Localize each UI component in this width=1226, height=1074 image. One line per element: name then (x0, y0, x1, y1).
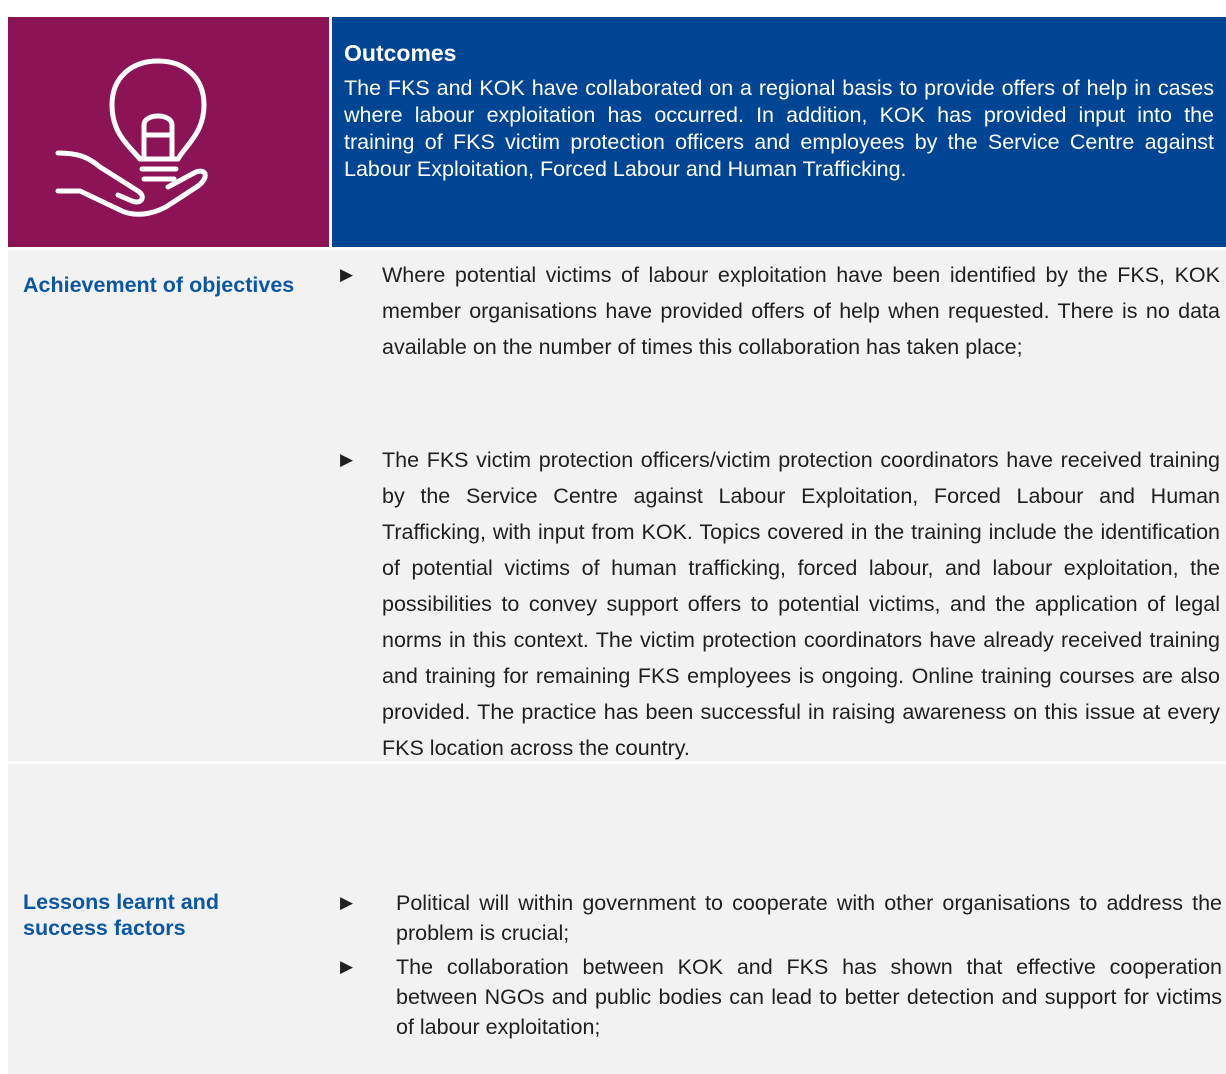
outcomes-title: Outcomes (344, 40, 457, 66)
outcomes-panel: Outcomes The FKS and KOK have collaborat… (332, 17, 1226, 247)
outcomes-text: The FKS and KOK have collaborated on a r… (344, 76, 1214, 181)
bullet-icon: ▶ (340, 450, 354, 469)
bullet-icon: ▶ (340, 893, 354, 912)
lessons-bullet-text: Political will within government to coop… (396, 891, 1222, 945)
achievement-label-cell: Achievement of objectives (8, 250, 329, 761)
lessons-bullet-text: The collaboration between KOK and FKS ha… (396, 955, 1222, 1039)
bullet-icon: ▶ (340, 265, 354, 284)
achievement-content: ▶ Where potential victims of labour expl… (332, 250, 1226, 761)
lessons-row: Lessons learnt and success factors ▶ Pol… (8, 764, 1226, 1074)
lessons-label-cell: Lessons learnt and success factors (8, 764, 329, 1074)
lightbulb-in-hand-icon (55, 58, 208, 217)
achievement-row: Achievement of objectives ▶ Where potent… (8, 250, 1226, 761)
lessons-label: Lessons learnt and success factors (23, 890, 219, 940)
achievement-label: Achievement of objectives (23, 273, 295, 297)
lessons-content: ▶ Political will within government to co… (332, 764, 1226, 1074)
achievement-bullet-text: Where potential victims of labour exploi… (382, 263, 1220, 359)
good-practice-page: Outcomes The FKS and KOK have collaborat… (0, 0, 1226, 1074)
achievement-bullet-text: The FKS victim protection officers/victi… (382, 448, 1220, 760)
outcomes-header-row: Outcomes The FKS and KOK have collaborat… (8, 17, 1226, 247)
bullet-icon: ▶ (340, 957, 354, 976)
icon-panel (8, 17, 329, 247)
